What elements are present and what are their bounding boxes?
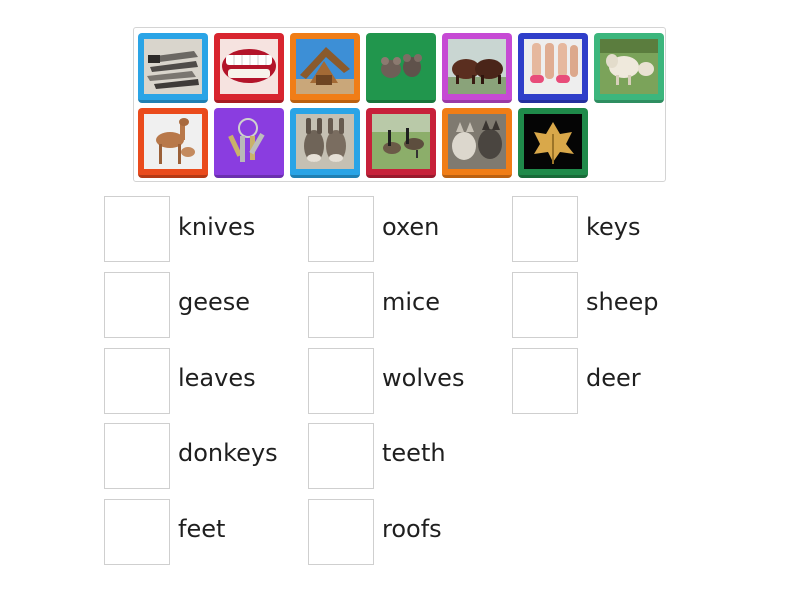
feet-image bbox=[524, 39, 582, 94]
oxen-image bbox=[448, 39, 506, 94]
tile-oxen[interactable] bbox=[442, 33, 512, 103]
word-label: sheep bbox=[586, 288, 659, 316]
tile-leaves[interactable] bbox=[518, 108, 588, 178]
knives-image bbox=[144, 39, 202, 94]
word-label: knives bbox=[178, 213, 256, 241]
drop-target[interactable] bbox=[512, 196, 578, 262]
word-label: donkeys bbox=[178, 439, 278, 467]
sheep-image bbox=[600, 39, 658, 94]
word-label: mice bbox=[382, 288, 441, 316]
drop-target[interactable] bbox=[104, 423, 170, 489]
drop-target[interactable] bbox=[308, 348, 374, 414]
word-label: wolves bbox=[382, 364, 465, 392]
tile-geese[interactable] bbox=[366, 108, 436, 178]
drop-target[interactable] bbox=[512, 272, 578, 338]
mice-image bbox=[372, 39, 430, 94]
leaves-image bbox=[524, 114, 582, 169]
deer-image bbox=[144, 114, 202, 169]
tile-wolves[interactable] bbox=[442, 108, 512, 178]
tile-feet[interactable] bbox=[518, 33, 588, 103]
word-label: geese bbox=[178, 288, 251, 316]
tile-keys[interactable] bbox=[214, 108, 284, 178]
word-label: roofs bbox=[382, 515, 442, 543]
tile-mice[interactable] bbox=[366, 33, 436, 103]
keys-image bbox=[220, 114, 278, 169]
donkeys-image bbox=[296, 114, 354, 169]
drop-target[interactable] bbox=[104, 348, 170, 414]
word-label: teeth bbox=[382, 439, 446, 467]
word-label: keys bbox=[586, 213, 641, 241]
drop-target[interactable] bbox=[104, 499, 170, 565]
drop-target[interactable] bbox=[308, 423, 374, 489]
drop-target[interactable] bbox=[308, 499, 374, 565]
tile-knives[interactable] bbox=[138, 33, 208, 103]
drop-target[interactable] bbox=[104, 272, 170, 338]
word-label: oxen bbox=[382, 213, 440, 241]
word-label: leaves bbox=[178, 364, 256, 392]
wolves-image bbox=[448, 114, 506, 169]
tile-donkeys[interactable] bbox=[290, 108, 360, 178]
drop-target[interactable] bbox=[308, 196, 374, 262]
word-label: deer bbox=[586, 364, 641, 392]
teeth-image bbox=[220, 39, 278, 94]
word-label: feet bbox=[178, 515, 226, 543]
roofs-image bbox=[296, 39, 354, 94]
tile-deer[interactable] bbox=[138, 108, 208, 178]
tile-roofs[interactable] bbox=[290, 33, 360, 103]
geese-image bbox=[372, 114, 430, 169]
picture-tray bbox=[133, 27, 666, 182]
drop-target[interactable] bbox=[104, 196, 170, 262]
tile-teeth[interactable] bbox=[214, 33, 284, 103]
drop-target[interactable] bbox=[308, 272, 374, 338]
tile-sheep[interactable] bbox=[594, 33, 664, 103]
drop-target[interactable] bbox=[512, 348, 578, 414]
